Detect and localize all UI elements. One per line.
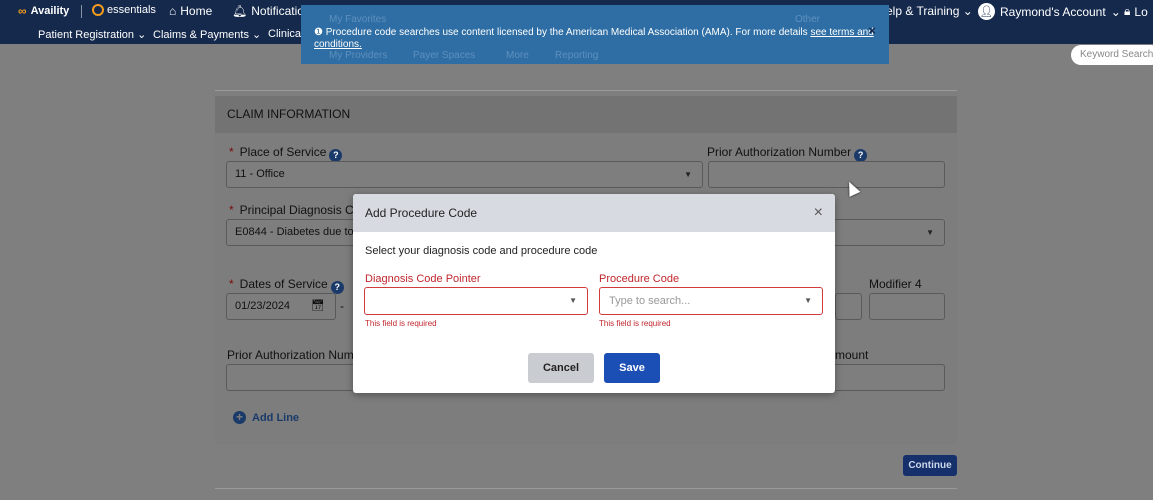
add-procedure-code-modal: Add Procedure Code × Select your diagnos… bbox=[353, 194, 835, 393]
plus-circle-icon: + bbox=[233, 411, 246, 424]
prior-auth-label: Prior Authorization Number? bbox=[707, 145, 868, 162]
divider bbox=[215, 488, 957, 489]
chevron-down-icon: ▼ bbox=[569, 296, 577, 305]
availity-logo-icon: ∞ bbox=[18, 4, 27, 18]
ama-notice-banner: My Favorites Other My Providers Payer Sp… bbox=[301, 5, 889, 64]
chevron-down-icon: ⌄ bbox=[1110, 4, 1121, 19]
diagnosis-required-error: This field is required bbox=[365, 319, 437, 328]
chevron-down-icon: ⌄ bbox=[962, 4, 973, 18]
procedure-code-label: Procedure Code bbox=[599, 273, 680, 285]
nav-claims-payments[interactable]: Claims & Payments ⌄ bbox=[153, 28, 261, 41]
calendar-icon[interactable]: 📅︎ bbox=[311, 294, 325, 319]
cancel-button[interactable]: Cancel bbox=[528, 353, 594, 383]
diagnosis-code-pointer-select[interactable]: ▼ bbox=[364, 287, 588, 315]
required-marker: * bbox=[229, 203, 234, 217]
chevron-down-icon: ▼ bbox=[804, 296, 812, 305]
label-text: Prior Authorization Number bbox=[707, 145, 852, 159]
ghost-nav-other: Other bbox=[795, 14, 821, 25]
nav-home-label: Home bbox=[180, 4, 213, 18]
place-of-service-label: * Place of Service? bbox=[229, 145, 343, 162]
dates-of-service-label: * Dates of Service? bbox=[229, 277, 344, 294]
save-button[interactable]: Save bbox=[604, 353, 660, 383]
date-value: 01/23/2024 bbox=[235, 300, 291, 312]
ghost-nav-more: More bbox=[506, 50, 529, 61]
procedure-code-input[interactable]: Type to search... ▼ bbox=[599, 287, 823, 315]
nav-home[interactable]: ⌂ Home bbox=[169, 4, 212, 18]
modal-title: Add Procedure Code bbox=[365, 206, 478, 220]
modal-header: Add Procedure Code × bbox=[353, 194, 835, 232]
label-text: Place of Service bbox=[239, 145, 327, 159]
nav-logout-label: Lo bbox=[1134, 4, 1148, 19]
date-from-input[interactable]: 01/23/2024 📅︎ bbox=[226, 293, 336, 320]
nav-item-label: Patient Registration bbox=[38, 29, 134, 41]
ghost-nav-favorites: My Favorites bbox=[329, 14, 387, 25]
required-marker: * bbox=[229, 277, 234, 291]
nav-clinical[interactable]: Clinical bbox=[268, 28, 303, 40]
availity-logo[interactable]: ∞ Availity bbox=[18, 4, 69, 18]
ghost-nav-payer-spaces: Payer Spaces bbox=[413, 50, 476, 61]
chevron-down-icon: ▼ bbox=[926, 228, 934, 237]
procedure-required-error: This field is required bbox=[599, 319, 671, 328]
modifier-4-label: Modifier 4 bbox=[869, 277, 922, 291]
principal-diagnosis-select[interactable]: E0844 - Diabetes due to bbox=[226, 219, 366, 246]
prior-auth-input[interactable] bbox=[708, 161, 945, 188]
modal-instructions: Select your diagnosis code and procedure… bbox=[365, 245, 598, 257]
nav-help-training[interactable]: elp & Training ⌄ bbox=[886, 4, 973, 18]
previous-section bbox=[215, 80, 957, 91]
procedure-code-placeholder: Type to search... bbox=[609, 295, 691, 307]
continue-button[interactable]: Continue bbox=[903, 455, 957, 476]
label-text: Principal Diagnosis C bbox=[239, 203, 354, 217]
date-separator: - bbox=[340, 299, 344, 313]
nav-account[interactable]: 👤︎ Raymond's Account ⌄ bbox=[978, 3, 1121, 20]
nav-item-label: Claims & Payments bbox=[153, 29, 249, 41]
essentials-logo[interactable]: essentials bbox=[92, 4, 156, 16]
lock-icon: 🔒︎ bbox=[1124, 4, 1131, 18]
close-icon[interactable]: × bbox=[814, 194, 823, 232]
diagnosis-select-right[interactable]: ▼ bbox=[820, 219, 945, 246]
chevron-down-icon: ⌄ bbox=[137, 29, 147, 41]
required-marker: * bbox=[229, 145, 234, 159]
nav-divider bbox=[81, 5, 82, 18]
principal-diagnosis-label: * Principal Diagnosis C bbox=[229, 203, 354, 217]
banner-close-button[interactable]: × bbox=[865, 24, 879, 38]
banner-message: Procedure code searches use content lice… bbox=[325, 27, 808, 38]
place-of-service-select[interactable]: 11 - Office ▼ bbox=[226, 161, 703, 188]
chevron-down-icon: ⌄ bbox=[252, 29, 262, 41]
modifier-3-input[interactable] bbox=[835, 293, 862, 320]
select-value: 11 - Office bbox=[235, 168, 285, 180]
nav-account-label: Raymond's Account bbox=[1000, 4, 1106, 19]
prior-auth-line-input[interactable] bbox=[226, 364, 356, 391]
nav-item-label: Clinical bbox=[268, 28, 304, 40]
modifier-4-input[interactable] bbox=[869, 293, 945, 320]
nav-patient-registration[interactable]: Patient Registration ⌄ bbox=[38, 28, 146, 41]
bell-icon: 🔔︎ bbox=[232, 4, 248, 18]
prior-auth-line-label: Prior Authorization Numbe bbox=[227, 348, 368, 362]
section-title: CLAIM INFORMATION bbox=[215, 96, 957, 133]
avatar: 👤︎ bbox=[978, 3, 995, 20]
amount-label: mount bbox=[835, 348, 869, 362]
select-value: E0844 - Diabetes due to bbox=[235, 226, 354, 238]
brand-name: Availity bbox=[30, 5, 70, 17]
keyword-search-input[interactable]: Keyword Search bbox=[1071, 45, 1153, 65]
amount-input[interactable] bbox=[820, 364, 945, 391]
ghost-nav-reporting: Reporting bbox=[555, 50, 599, 61]
chevron-down-icon: ▼ bbox=[684, 170, 692, 179]
label-text: Dates of Service bbox=[239, 277, 328, 291]
home-icon: ⌂ bbox=[169, 4, 177, 18]
essentials-icon bbox=[92, 4, 104, 16]
nav-logout[interactable]: 🔒︎ Lo bbox=[1124, 4, 1148, 19]
essentials-label: essentials bbox=[107, 4, 156, 16]
ghost-nav-providers: My Providers bbox=[329, 50, 388, 61]
nav-help-label: elp & Training bbox=[886, 4, 960, 18]
add-line-button[interactable]: + Add Line bbox=[233, 411, 299, 424]
diagnosis-code-pointer-label: Diagnosis Code Pointer bbox=[365, 273, 481, 285]
add-line-label: Add Line bbox=[252, 411, 300, 424]
info-icon: ❶ bbox=[314, 27, 326, 38]
